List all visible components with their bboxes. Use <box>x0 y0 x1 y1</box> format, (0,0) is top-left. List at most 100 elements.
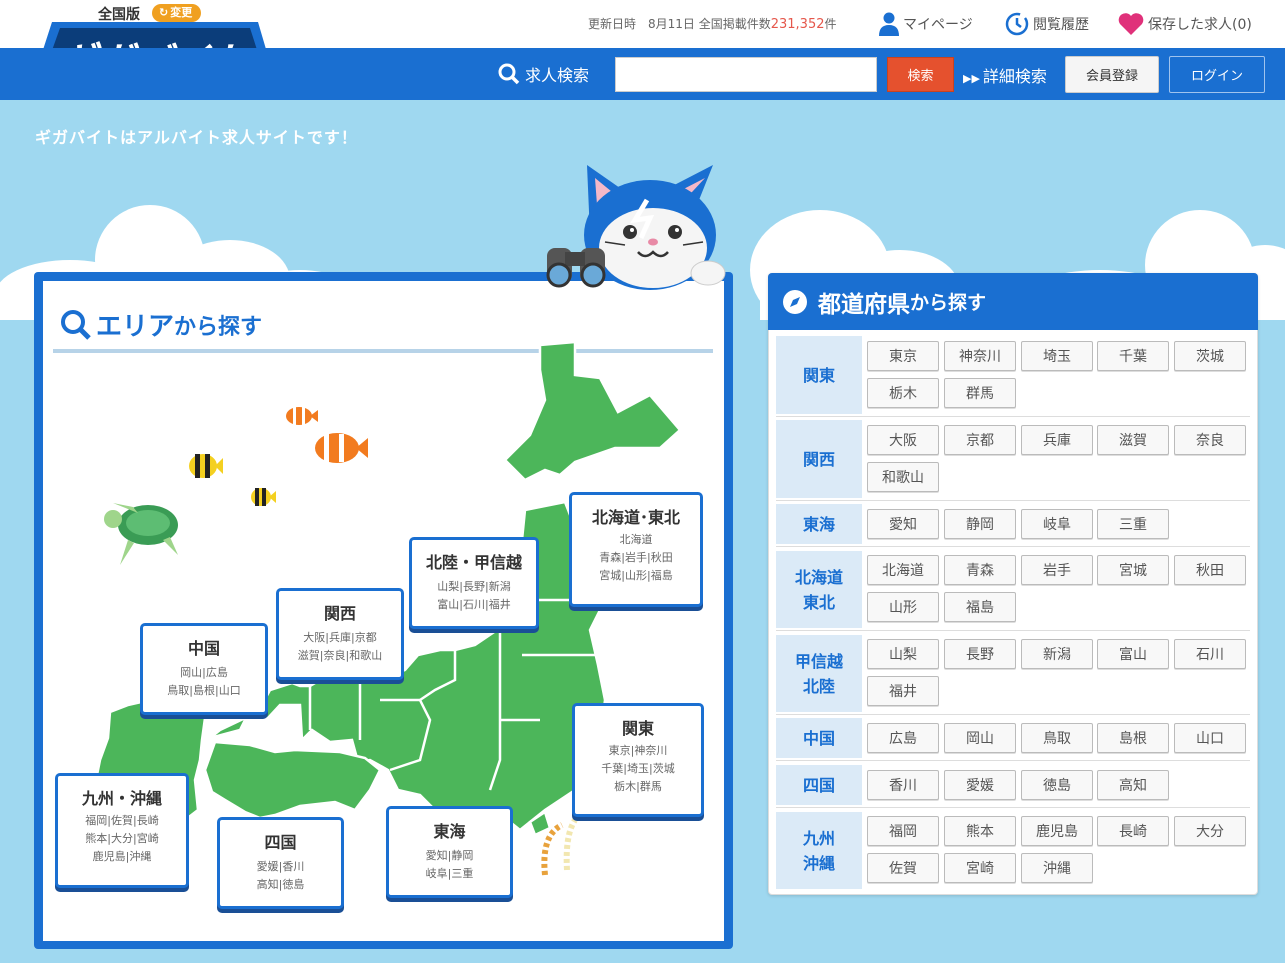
heart-icon <box>1118 13 1144 35</box>
search-button[interactable]: 検索 <box>887 57 954 92</box>
listing-count: 231,352 <box>770 17 825 32</box>
pref-button-chiba[interactable]: 千葉 <box>1097 341 1169 371</box>
refresh-icon: ↻ <box>159 6 169 19</box>
pref-button-tottori[interactable]: 鳥取 <box>1021 723 1093 753</box>
pref-button-osaka[interactable]: 大阪 <box>867 425 939 455</box>
search-input[interactable] <box>615 57 877 92</box>
pref-button-okayama[interactable]: 岡山 <box>944 723 1016 753</box>
pref-row-label: 甲信越 北陸 <box>776 635 862 712</box>
history-link[interactable]: 閲覧履歴 <box>1005 12 1089 36</box>
pref-row-kansai: 関西 大阪 京都 兵庫 滋賀 奈良 和歌山 <box>776 420 1250 501</box>
pref-button-fukuoka[interactable]: 福岡 <box>867 816 939 846</box>
register-button[interactable]: 会員登録 <box>1065 56 1159 93</box>
pref-row-tokai: 東海 愛知 静岡 岐阜 三重 <box>776 504 1250 547</box>
pref-button-kanagawa[interactable]: 神奈川 <box>944 341 1016 371</box>
job-search-label: 求人検索 <box>498 62 589 86</box>
pref-button-gunma[interactable]: 群馬 <box>944 378 1016 408</box>
pref-button-okinawa[interactable]: 沖縄 <box>1021 853 1093 883</box>
pref-button-tokushima[interactable]: 徳島 <box>1021 770 1093 800</box>
garden-eel-illustration <box>541 818 578 876</box>
pref-button-fukui[interactable]: 福井 <box>867 676 939 706</box>
pref-button-iwate[interactable]: 岩手 <box>1021 555 1093 585</box>
pref-button-hyogo[interactable]: 兵庫 <box>1021 425 1093 455</box>
pref-button-yamagata[interactable]: 山形 <box>867 592 939 622</box>
pref-row-label: 関西 <box>776 420 862 498</box>
pref-row-label: 北海道 東北 <box>776 551 862 628</box>
pref-row-koshinetsu-hokuriku: 甲信越 北陸 山梨 長野 新潟 富山 石川 福井 <box>776 635 1250 715</box>
pref-button-kyoto[interactable]: 京都 <box>944 425 1016 455</box>
pref-button-kagoshima[interactable]: 鹿児島 <box>1021 816 1093 846</box>
pref-button-shiga[interactable]: 滋賀 <box>1097 425 1169 455</box>
saved-jobs-link[interactable]: 保存した求人(0) <box>1118 12 1252 36</box>
nationwide-label: 全国版 <box>98 7 140 23</box>
region-hokkaido-tohoku[interactable]: 北海道･東北 北海道 青森|岩手|秋田 宮城|山形|福島 <box>569 492 703 607</box>
pref-row-shikoku: 四国 香川 愛媛 徳島 高知 <box>776 765 1250 808</box>
pref-button-nagano[interactable]: 長野 <box>944 639 1016 669</box>
pref-row-chugoku: 中国 広島 岡山 鳥取 島根 山口 <box>776 718 1250 761</box>
pref-button-tochigi[interactable]: 栃木 <box>867 378 939 408</box>
pref-row-label: 東海 <box>776 504 862 544</box>
pref-button-toyama[interactable]: 富山 <box>1097 639 1169 669</box>
pref-button-ibaraki[interactable]: 茨城 <box>1174 341 1246 371</box>
area-search-title: エリア から探す <box>60 306 262 343</box>
pref-button-ishikawa[interactable]: 石川 <box>1174 639 1246 669</box>
pref-row-kanto: 関東 東京 神奈川 埼玉 千葉 茨城 栃木 群馬 <box>776 336 1250 417</box>
pref-button-oita[interactable]: 大分 <box>1174 816 1246 846</box>
compass-icon <box>783 289 807 314</box>
region-kyushu-okinawa[interactable]: 九州・沖縄 福岡|佐賀|長崎 熊本|大分|宮崎 鹿児島|沖縄 <box>55 773 189 888</box>
advanced-search-link[interactable]: ▶▶ 詳細検索 <box>963 63 1047 87</box>
region-shikoku[interactable]: 四国 愛媛|香川 高知|徳島 <box>217 817 344 909</box>
pref-button-kagawa[interactable]: 香川 <box>867 770 939 800</box>
pref-row-label: 九州 沖縄 <box>776 812 862 889</box>
striped-fish-illustration <box>189 454 223 478</box>
pref-button-aichi[interactable]: 愛知 <box>867 509 939 539</box>
search-icon <box>61 309 91 340</box>
pref-button-shizuoka[interactable]: 静岡 <box>944 509 1016 539</box>
region-hokuriku-koshinetsu[interactable]: 北陸・甲信越 山梨|長野|新潟 富山|石川|福井 <box>409 537 539 629</box>
clownfish-illustration <box>286 407 318 425</box>
pref-button-akita[interactable]: 秋田 <box>1174 555 1246 585</box>
pref-button-yamaguchi[interactable]: 山口 <box>1174 723 1246 753</box>
pref-button-miyagi[interactable]: 宮城 <box>1097 555 1169 585</box>
region-kansai[interactable]: 関西 大阪|兵庫|京都 滋賀|奈良|和歌山 <box>276 588 404 680</box>
pref-button-kochi[interactable]: 高知 <box>1097 770 1169 800</box>
pref-row-hokkaido-tohoku: 北海道 東北 北海道 青森 岩手 宮城 秋田 山形 福島 <box>776 551 1250 631</box>
pref-row-label: 四国 <box>776 765 862 805</box>
clock-icon <box>1005 12 1029 36</box>
pref-button-saga[interactable]: 佐賀 <box>867 853 939 883</box>
double-arrow-icon: ▶▶ <box>963 72 980 85</box>
pref-button-ehime[interactable]: 愛媛 <box>944 770 1016 800</box>
mascot-cat <box>546 165 726 290</box>
pref-button-nagasaki[interactable]: 長崎 <box>1097 816 1169 846</box>
pref-button-kumamoto[interactable]: 熊本 <box>944 816 1016 846</box>
pref-row-kyushu-okinawa: 九州 沖縄 福岡 熊本 鹿児島 長崎 大分 佐賀 宮崎 沖縄 <box>776 812 1250 892</box>
prefecture-search-title: 都道府県 から探す <box>768 273 1258 330</box>
pref-button-aomori[interactable]: 青森 <box>944 555 1016 585</box>
pref-button-saitama[interactable]: 埼玉 <box>1021 341 1093 371</box>
pref-button-mie[interactable]: 三重 <box>1097 509 1169 539</box>
search-icon <box>498 63 520 85</box>
region-tokai[interactable]: 東海 愛知|静岡 岐阜|三重 <box>386 806 513 898</box>
change-region-button[interactable]: ↻ 変更 <box>152 4 202 22</box>
pref-row-label: 関東 <box>776 336 862 414</box>
region-kanto[interactable]: 関東 東京|神奈川 千葉|埼玉|茨城 栃木|群馬 <box>572 703 704 817</box>
update-info: 更新日時 8月11日 全国掲載件数231,352件 <box>588 17 837 32</box>
region-chugoku[interactable]: 中国 岡山|広島 鳥取|島根|山口 <box>140 623 268 715</box>
person-icon <box>879 12 899 36</box>
pref-button-nara[interactable]: 奈良 <box>1174 425 1246 455</box>
pref-button-fukushima[interactable]: 福島 <box>944 592 1016 622</box>
sea-turtle-illustration <box>104 503 178 565</box>
pref-button-gifu[interactable]: 岐阜 <box>1021 509 1093 539</box>
pref-button-shimane[interactable]: 島根 <box>1097 723 1169 753</box>
pref-button-yamanashi[interactable]: 山梨 <box>867 639 939 669</box>
clownfish-illustration <box>315 433 368 463</box>
pref-button-hiroshima[interactable]: 広島 <box>867 723 939 753</box>
pref-button-wakayama[interactable]: 和歌山 <box>867 462 939 492</box>
pref-button-niigata[interactable]: 新潟 <box>1021 639 1093 669</box>
login-button[interactable]: ログイン <box>1169 56 1265 93</box>
pref-button-miyazaki[interactable]: 宮崎 <box>944 853 1016 883</box>
pref-button-tokyo[interactable]: 東京 <box>867 341 939 371</box>
pref-row-label: 中国 <box>776 718 862 758</box>
pref-button-hokkaido[interactable]: 北海道 <box>867 555 939 585</box>
mypage-link[interactable]: マイページ <box>879 12 973 36</box>
